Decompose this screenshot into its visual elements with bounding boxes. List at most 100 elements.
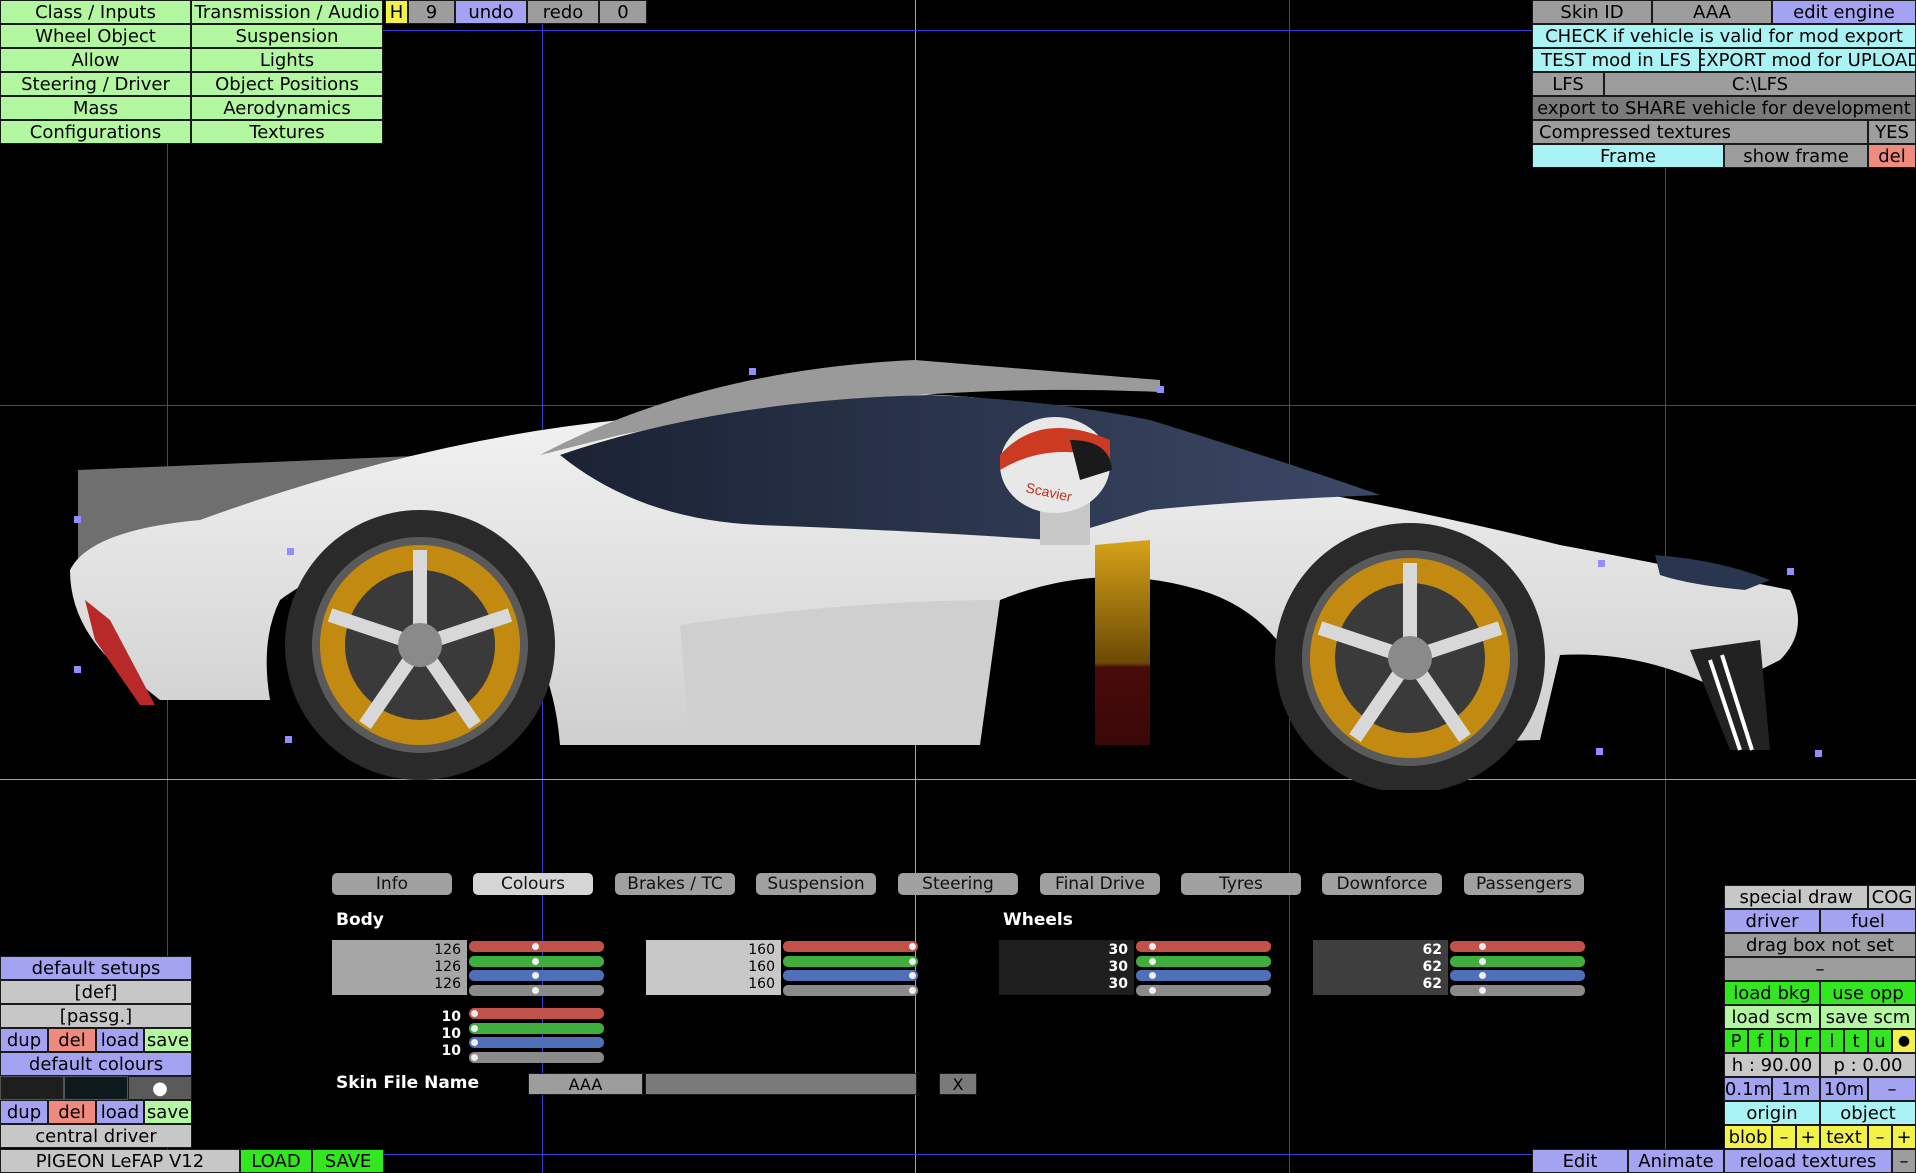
blue-slider[interactable]	[469, 970, 604, 981]
slider-handle[interactable]	[471, 1039, 479, 1046]
green-slider[interactable]	[1450, 955, 1585, 967]
tab-tyres[interactable]: Tyres	[1181, 873, 1301, 895]
text-minus-button[interactable]: –	[1868, 1125, 1892, 1149]
red-slider[interactable]	[783, 941, 918, 952]
slider-handle[interactable]	[909, 972, 916, 979]
h-button[interactable]: H	[385, 0, 408, 24]
setup-load-button[interactable]: load	[96, 1028, 144, 1052]
slider-handle[interactable]	[532, 986, 540, 994]
load-scm-button[interactable]: load scm	[1724, 1005, 1820, 1029]
default-setups-button[interactable]: default setups	[0, 956, 192, 980]
menu-object-positions[interactable]: Object Positions	[191, 72, 383, 96]
menu-lights[interactable]: Lights	[191, 48, 383, 72]
view-r-button[interactable]: r	[1796, 1029, 1820, 1053]
slider-handle[interactable]	[1149, 986, 1157, 994]
setup-dup-button[interactable]: dup	[0, 1028, 48, 1052]
show-frame-button[interactable]: show frame	[1724, 144, 1868, 168]
red-slider[interactable]	[1136, 941, 1271, 952]
slider-handle[interactable]	[532, 943, 540, 950]
step-10m-button[interactable]: 10m	[1820, 1077, 1868, 1101]
slider-handle[interactable]	[1479, 986, 1487, 994]
tab-brakes-tc[interactable]: Brakes / TC	[615, 873, 735, 895]
view-dot-button[interactable]: ●	[1892, 1029, 1916, 1053]
use-opp-button[interactable]: use opp	[1820, 981, 1916, 1005]
fuel-button[interactable]: fuel	[1820, 909, 1916, 933]
blue-slider[interactable]	[1136, 970, 1271, 981]
alpha-slider[interactable]	[1450, 984, 1585, 996]
blue-slider[interactable]	[469, 1037, 604, 1048]
cog-button[interactable]: COG	[1868, 885, 1916, 909]
colours-dup-button[interactable]: dup	[0, 1100, 48, 1124]
check-valid-button[interactable]: CHECK if vehicle is valid for mod export	[1532, 24, 1916, 48]
green-slider[interactable]	[469, 1022, 604, 1034]
colour-swatch[interactable]: 30 30 30	[999, 940, 1134, 995]
skin-file-name-value[interactable]: AAA	[528, 1073, 643, 1095]
slider-handle[interactable]	[1479, 957, 1487, 965]
view-t-button[interactable]: t	[1844, 1029, 1868, 1053]
redo-button[interactable]: redo	[527, 0, 599, 24]
menu-suspension[interactable]: Suspension	[191, 24, 383, 48]
reload-minus-button[interactable]: –	[1892, 1149, 1916, 1173]
alpha-slider[interactable]	[783, 984, 918, 996]
special-draw-button[interactable]: special draw	[1724, 885, 1868, 909]
blob-plus-button[interactable]: +	[1796, 1125, 1820, 1149]
car-viewport[interactable]: Scavier	[0, 340, 1916, 790]
setup-del-button[interactable]: del	[48, 1028, 96, 1052]
animate-button[interactable]: Animate	[1628, 1149, 1724, 1173]
tab-passengers[interactable]: Passengers	[1464, 873, 1584, 895]
red-slider[interactable]	[469, 1008, 604, 1019]
view-b-button[interactable]: b	[1772, 1029, 1796, 1053]
colour-swatch[interactable]: 160 160 160	[646, 940, 781, 995]
slider-handle[interactable]	[909, 957, 916, 965]
slider-handle[interactable]	[909, 943, 916, 950]
export-share-button[interactable]: export to SHARE vehicle for development	[1532, 96, 1916, 120]
default-colours-button[interactable]: default colours	[0, 1052, 192, 1076]
tab-final-drive[interactable]: Final Drive	[1040, 873, 1160, 895]
skin-file-name-input[interactable]	[645, 1073, 917, 1095]
slider-handle[interactable]	[471, 1024, 479, 1032]
car-load-button[interactable]: LOAD	[240, 1149, 312, 1173]
step-1m-button[interactable]: 1m	[1772, 1077, 1820, 1101]
car-save-button[interactable]: SAVE	[312, 1149, 384, 1173]
step-minus-button[interactable]: –	[1868, 1077, 1916, 1101]
colours-save-button[interactable]: save	[144, 1100, 192, 1124]
slider-handle[interactable]	[1149, 972, 1157, 979]
slider-handle[interactable]	[1149, 943, 1157, 950]
green-slider[interactable]	[1136, 955, 1271, 967]
undo-button[interactable]: undo	[455, 0, 527, 24]
menu-textures[interactable]: Textures	[191, 120, 383, 144]
colour-preset-3[interactable]: ●	[128, 1076, 192, 1100]
slider-handle[interactable]	[909, 986, 916, 994]
central-driver-button[interactable]: central driver	[0, 1124, 192, 1148]
view-l-button[interactable]: l	[1820, 1029, 1844, 1053]
menu-wheel-object[interactable]: Wheel Object	[0, 24, 191, 48]
menu-transmission-audio[interactable]: Transmission / Audio	[191, 0, 383, 24]
menu-steering-driver[interactable]: Steering / Driver	[0, 72, 191, 96]
slider-handle[interactable]	[532, 972, 540, 979]
alpha-slider[interactable]	[1136, 984, 1271, 996]
export-mod-button[interactable]: EXPORT mod for UPLOAD	[1700, 48, 1916, 72]
slider-handle[interactable]	[471, 1053, 479, 1061]
object-button[interactable]: object	[1820, 1101, 1916, 1125]
tab-suspension[interactable]: Suspension	[756, 873, 876, 895]
colour-swatch[interactable]: 126 126 126	[332, 940, 467, 995]
alpha-slider[interactable]	[469, 984, 604, 996]
setup-save-button[interactable]: save	[144, 1028, 192, 1052]
menu-aerodynamics[interactable]: Aerodynamics	[191, 96, 383, 120]
colour-preset-2[interactable]	[64, 1076, 128, 1100]
frame-del-button[interactable]: del	[1868, 144, 1916, 168]
red-slider[interactable]	[469, 941, 604, 952]
setup-passg[interactable]: [passg.]	[0, 1004, 192, 1028]
menu-configurations[interactable]: Configurations	[0, 120, 191, 144]
slider-handle[interactable]	[532, 957, 540, 965]
save-scm-button[interactable]: save scm	[1820, 1005, 1916, 1029]
blob-minus-button[interactable]: –	[1772, 1125, 1796, 1149]
text-plus-button[interactable]: +	[1892, 1125, 1916, 1149]
driver-button[interactable]: driver	[1724, 909, 1820, 933]
colour-swatch[interactable]: 62 62 62	[1313, 940, 1448, 995]
compressed-textures-toggle[interactable]: YES	[1868, 120, 1916, 144]
menu-allow[interactable]: Allow	[0, 48, 191, 72]
blue-slider[interactable]	[783, 970, 918, 981]
edit-button[interactable]: Edit	[1532, 1149, 1628, 1173]
view-p-button[interactable]: P	[1724, 1029, 1748, 1053]
